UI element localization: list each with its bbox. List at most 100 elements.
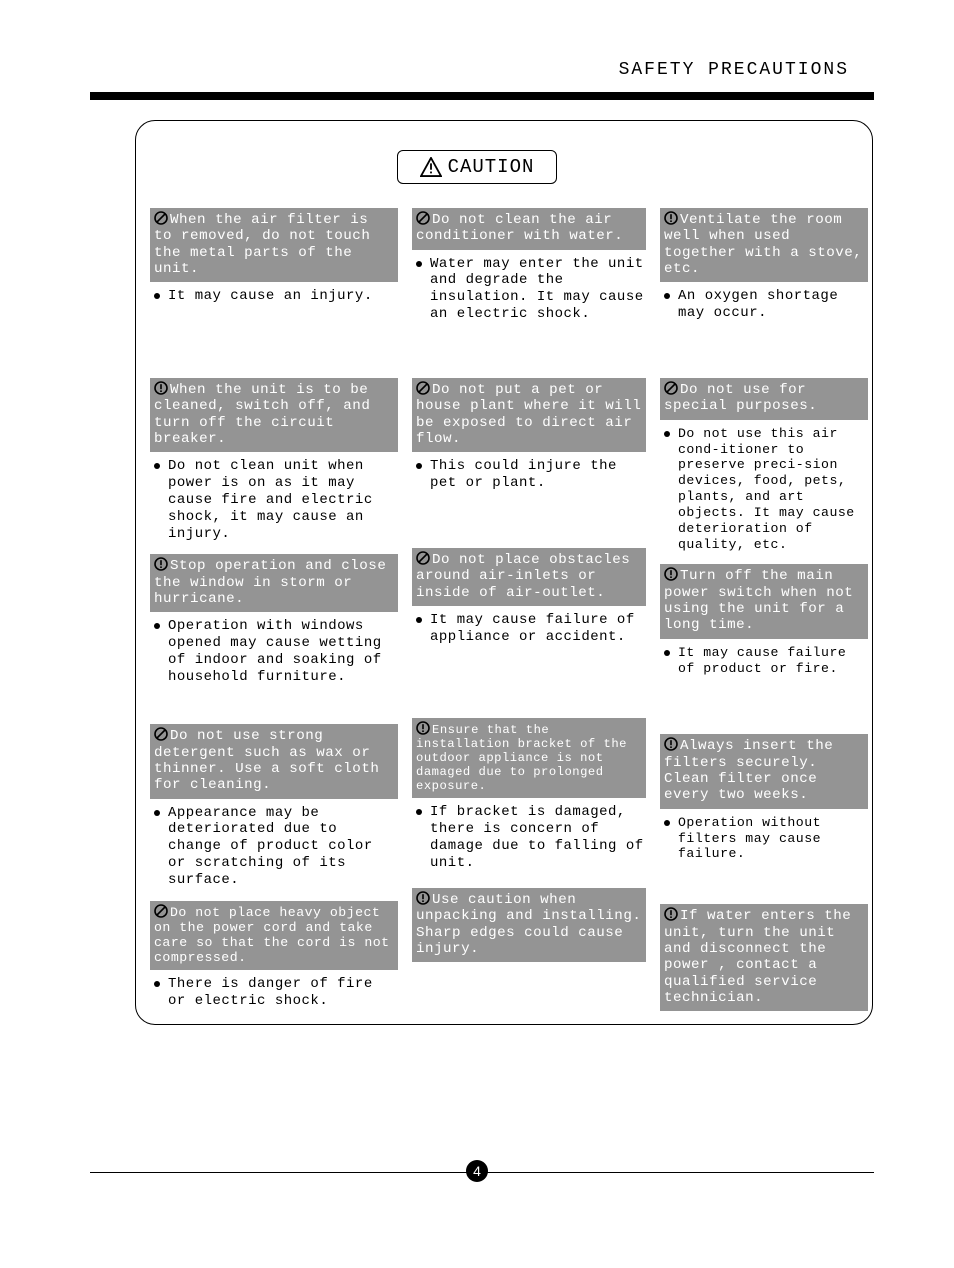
caution-heading-text: Stop operation and close the window in s… [154, 558, 386, 607]
caution-detail-text: It may cause an injury. [168, 288, 373, 304]
caution-item-heading: Use caution when unpacking and installin… [412, 888, 646, 962]
caution-detail-text: Do not clean unit when power is on as it… [168, 458, 373, 541]
bullet-icon [664, 431, 670, 437]
bullet-icon [416, 463, 422, 469]
caution-columns: When the air filter is to removed, do no… [150, 208, 870, 1022]
caution-item-detail: Appearance may be deteriorated due to ch… [150, 799, 398, 895]
caution-item: Do not clean the air conditioner with wa… [412, 208, 646, 372]
caution-heading-text: Do not place heavy object on the power c… [154, 905, 390, 966]
bullet-icon [416, 617, 422, 623]
mandatory-icon [416, 891, 430, 905]
caution-heading-text: Ensure that the installation bracket of … [416, 723, 627, 793]
caution-detail-text: It may cause failure of appliance or acc… [430, 612, 635, 645]
caution-heading-text: Do not use strong detergent such as wax … [154, 728, 379, 793]
caution-heading-text: Use caution when unpacking and installin… [416, 892, 641, 957]
caution-detail-text: Operation without filters may cause fail… [678, 815, 821, 862]
prohibit-icon [154, 727, 168, 741]
caution-item-heading: Do not clean the air conditioner with wa… [412, 208, 646, 250]
caution-detail-text: It may cause failure of product or fire. [678, 645, 846, 676]
caution-item: Do not use strong detergent such as wax … [150, 724, 398, 894]
header-rule [90, 92, 874, 100]
caution-item: When the air filter is to removed, do no… [150, 208, 398, 372]
bullet-icon [154, 293, 160, 299]
mandatory-icon [664, 737, 678, 751]
caution-detail-text: This could injure the pet or plant. [430, 458, 617, 491]
caution-item-heading: Stop operation and close the window in s… [150, 554, 398, 612]
caution-detail-text: There is danger of fire or electric shoc… [168, 976, 373, 1009]
bullet-icon [154, 463, 160, 469]
caution-item-detail: There is danger of fire or electric shoc… [150, 970, 398, 1016]
mandatory-icon [664, 907, 678, 921]
caution-item: Stop operation and close the window in s… [150, 554, 398, 718]
caution-item-detail: Water may enter the unit and degrade the… [412, 250, 646, 329]
caution-item: Do not place obstacles around air-inlets… [412, 548, 646, 712]
caution-heading-text: Do not put a pet or house plant where it… [416, 382, 641, 447]
caution-item-heading: Do not put a pet or house plant where it… [412, 378, 646, 452]
mandatory-icon [664, 567, 678, 581]
page-number-badge: 4 [466, 1160, 488, 1182]
caution-item: If water enters the unit, turn the unit … [660, 904, 868, 1011]
caution-item-detail: Operation without filters may cause fail… [660, 809, 868, 869]
bullet-icon [416, 809, 422, 815]
prohibit-icon [154, 211, 168, 225]
page-header-title: SAFETY PRECAUTIONS [619, 60, 849, 80]
caution-item: Use caution when unpacking and installin… [412, 888, 646, 962]
caution-item-detail: Do not clean unit when power is on as it… [150, 452, 398, 548]
caution-heading-text: When the air filter is to removed, do no… [154, 212, 370, 277]
caution-detail-text: If bracket is damaged, there is concern … [430, 804, 644, 870]
prohibit-icon [154, 904, 168, 918]
caution-heading-text: Do not use for special purposes. [664, 382, 817, 414]
prohibit-icon [416, 211, 430, 225]
caution-item-detail: It may cause failure of product or fire. [660, 639, 868, 683]
bullet-icon [154, 623, 160, 629]
bullet-icon [154, 810, 160, 816]
caution-heading-text: Do not place obstacles around air-inlets… [416, 552, 630, 601]
mandatory-icon [664, 211, 678, 225]
mandatory-icon [154, 557, 168, 571]
prohibit-icon [664, 381, 678, 395]
caution-item: Do not put a pet or house plant where it… [412, 378, 646, 542]
caution-item: Always insert the filters securely. Clea… [660, 734, 868, 898]
caution-item: Do not use for special purposes. Do not u… [660, 378, 868, 558]
caution-column-2: Do not clean the air conditioner with wa… [412, 208, 646, 1022]
prohibit-icon [416, 551, 430, 565]
caution-item: When the unit is to be cleaned, switch o… [150, 378, 398, 548]
caution-item: Ensure that the installation bracket of … [412, 718, 646, 882]
caution-badge: CAUTION [397, 150, 557, 184]
caution-item-detail: An oxygen shortage may occur. [660, 282, 868, 328]
caution-label: CAUTION [448, 156, 535, 178]
caution-item-heading: Do not place obstacles around air-inlets… [412, 548, 646, 606]
caution-heading-text: Always insert the filters securely. Clea… [664, 738, 833, 803]
caution-detail-text: Do not use this air cond-itioner to pres… [678, 426, 855, 552]
bullet-icon [664, 820, 670, 826]
caution-item-detail: It may cause an injury. [150, 282, 398, 311]
caution-item-detail: If bracket is damaged, there is concern … [412, 798, 646, 877]
caution-heading-text: If water enters the unit, turn the unit … [664, 908, 851, 1006]
caution-item-detail: It may cause failure of appliance or acc… [412, 606, 646, 652]
caution-column-1: When the air filter is to removed, do no… [150, 208, 398, 1022]
bullet-icon [416, 261, 422, 267]
caution-column-3: Ventilate the room well when used togeth… [660, 208, 868, 1022]
caution-detail-text: Appearance may be deteriorated due to ch… [168, 805, 373, 888]
caution-item-heading: Ensure that the installation bracket of … [412, 718, 646, 798]
caution-item-heading: Do not use for special purposes. [660, 378, 868, 420]
caution-item-detail: Do not use this air cond-itioner to pres… [660, 420, 868, 559]
bullet-icon [664, 293, 670, 299]
prohibit-icon [416, 381, 430, 395]
caution-item-heading: Do not use strong detergent such as wax … [150, 724, 398, 798]
caution-heading-text: Turn off the main power switch when not … [664, 568, 853, 633]
caution-item: Turn off the main power switch when not … [660, 564, 868, 728]
caution-detail-text: An oxygen shortage may occur. [678, 288, 838, 321]
caution-item-heading: When the unit is to be cleaned, switch o… [150, 378, 398, 452]
bullet-icon [154, 981, 160, 987]
caution-item-heading: If water enters the unit, turn the unit … [660, 904, 868, 1011]
caution-item: Do not place heavy object on the power c… [150, 901, 398, 1016]
caution-item-detail: This could injure the pet or plant. [412, 452, 646, 498]
caution-item-heading: When the air filter is to removed, do no… [150, 208, 398, 282]
mandatory-icon [416, 721, 430, 735]
caution-heading-text: Do not clean the air conditioner with wa… [416, 212, 623, 244]
bullet-icon [664, 650, 670, 656]
caution-item: Ventilate the room well when used togeth… [660, 208, 868, 372]
caution-heading-text: When the unit is to be cleaned, switch o… [154, 382, 370, 447]
caution-item-heading: Ventilate the room well when used togeth… [660, 208, 868, 282]
